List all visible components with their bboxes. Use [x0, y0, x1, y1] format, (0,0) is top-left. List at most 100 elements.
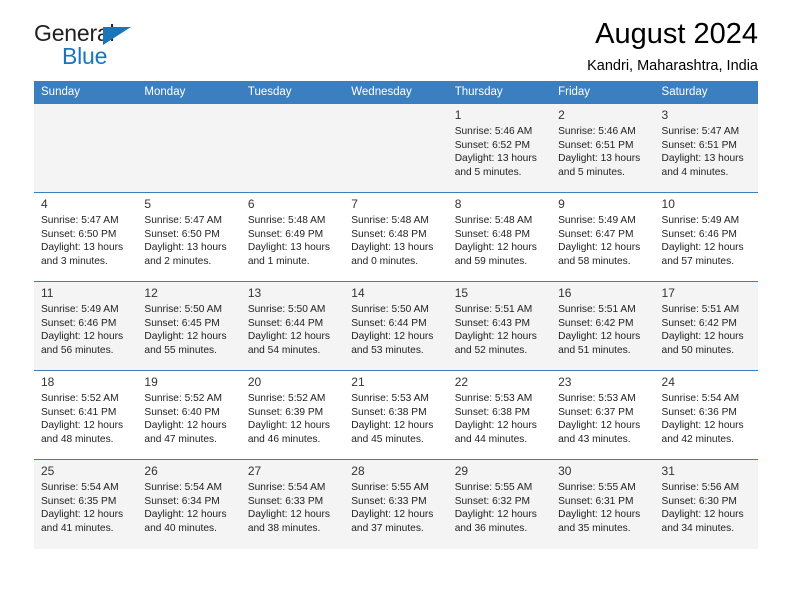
calendar-day-cell[interactable]: 31 Sunrise: 5:56 AM Sunset: 6:30 PM Dayligh…: [654, 459, 758, 549]
calendar-day-cell[interactable]: 1 Sunrise: 5:46 AM Sunset: 6:52 PM Daylight…: [447, 103, 552, 193]
day-sun-info: Sunrise: 5:47 AM Sunset: 6:50 PM Daylight:…: [41, 214, 130, 268]
calendar-day-cell[interactable]: 11 Sunrise: 5:49 AM Sunset: 6:46 PM Dayligh…: [34, 281, 138, 371]
calendar-cell-content: 7 Sunrise: 5:48 AM Sunset: 6:48 PM Daylight…: [344, 193, 447, 281]
calendar-day-cell[interactable]: 22 Sunrise: 5:53 AM Sunset: 6:38 PM Dayligh…: [447, 370, 552, 460]
calendar-cell-empty: [344, 103, 448, 193]
daylight-duration-line2: and 36 minutes.: [454, 522, 528, 534]
sunset-time: Sunset: 6:42 PM: [558, 317, 634, 329]
daylight-duration-line2: and 35 minutes.: [558, 522, 631, 534]
calendar-cell-content: 3 Sunrise: 5:47 AM Sunset: 6:51 PM Daylight…: [655, 104, 758, 192]
calendar-day-cell[interactable]: 3 Sunrise: 5:47 AM Sunset: 6:51 PM Daylight…: [654, 103, 758, 193]
sunrise-time: Sunrise: 5:52 AM: [247, 393, 326, 404]
logo-text-blue: Blue: [62, 43, 108, 69]
day-sun-info: Sunrise: 5:46 AM Sunset: 6:52 PM Daylight:…: [455, 125, 544, 179]
calendar-day-cell[interactable]: 2 Sunrise: 5:46 AM Sunset: 6:51 PM Daylight…: [551, 103, 655, 193]
day-number: 2: [558, 108, 565, 122]
calendar-day-cell[interactable]: 10 Sunrise: 5:49 AM Sunset: 6:46 PM Dayligh…: [654, 192, 758, 282]
day-sun-info: Sunrise: 5:50 AM Sunset: 6:44 PM Daylight:…: [351, 303, 440, 357]
calendar-day-cell[interactable]: 17 Sunrise: 5:51 AM Sunset: 6:42 PM Dayligh…: [654, 281, 758, 371]
calendar-day-cell[interactable]: 6 Sunrise: 5:48 AM Sunset: 6:49 PM Daylight…: [240, 192, 345, 282]
sunrise-time: Sunrise: 5:51 AM: [454, 304, 533, 315]
calendar-cell-content: 2 Sunrise: 5:46 AM Sunset: 6:51 PM Daylight…: [551, 104, 654, 192]
calendar-cell-content: 4 Sunrise: 5:47 AM Sunset: 6:50 PM Daylight…: [34, 193, 137, 281]
sunrise-time: Sunrise: 5:54 AM: [144, 482, 223, 493]
calendar-cell-content: 9 Sunrise: 5:49 AM Sunset: 6:47 PM Daylight…: [551, 193, 654, 281]
day-sun-info: Sunrise: 5:49 AM Sunset: 6:47 PM Daylight:…: [558, 214, 647, 268]
sunset-time: Sunset: 6:43 PM: [454, 317, 531, 329]
sunset-time: Sunset: 6:51 PM: [661, 139, 737, 151]
daylight-duration-line1: Daylight: 12 hours: [661, 242, 744, 254]
day-sun-info: Sunrise: 5:54 AM Sunset: 6:33 PM Daylight:…: [248, 481, 337, 535]
calendar-day-cell[interactable]: 7 Sunrise: 5:48 AM Sunset: 6:48 PM Daylight…: [344, 192, 448, 282]
day-number: 6: [247, 197, 255, 211]
calendar-day-cell[interactable]: 13 Sunrise: 5:50 AM Sunset: 6:44 PM Dayligh…: [240, 281, 345, 371]
calendar-week-row: 18 Sunrise: 5:52 AM Sunset: 6:41 PM Dayligh…: [34, 370, 758, 460]
daylight-duration-line2: and 52 minutes.: [454, 344, 528, 356]
calendar-day-cell[interactable]: 5 Sunrise: 5:47 AM Sunset: 6:50 PM Daylight…: [137, 192, 241, 282]
page-header: General Blue August 2024 Kandri, Maharas…: [34, 0, 758, 78]
calendar-day-cell[interactable]: 29 Sunrise: 5:55 AM Sunset: 6:32 PM Dayligh…: [447, 459, 552, 549]
daylight-duration-line2: and 43 minutes.: [558, 433, 631, 445]
calendar-day-cell[interactable]: 21 Sunrise: 5:53 AM Sunset: 6:38 PM Dayligh…: [344, 370, 448, 460]
page-subtitle: Kandri, Maharashtra, India: [587, 58, 758, 75]
day-number: 29: [454, 464, 469, 478]
daylight-duration-line1: Daylight: 12 hours: [144, 420, 227, 432]
calendar-cell-content: 19 Sunrise: 5:52 AM Sunset: 6:40 PM Dayligh…: [137, 371, 240, 459]
sunrise-time: Sunrise: 5:53 AM: [351, 393, 429, 404]
day-number: 23: [558, 375, 572, 389]
day-sun-info: Sunrise: 5:49 AM Sunset: 6:46 PM Daylight:…: [41, 303, 130, 357]
sunset-time: Sunset: 6:33 PM: [351, 495, 427, 507]
daylight-duration-line2: and 55 minutes.: [144, 344, 217, 356]
calendar-day-cell[interactable]: 26 Sunrise: 5:54 AM Sunset: 6:34 PM Dayligh…: [137, 459, 241, 549]
calendar-day-cell[interactable]: 30 Sunrise: 5:55 AM Sunset: 6:31 PM Dayligh…: [551, 459, 655, 549]
calendar-day-cell[interactable]: 23 Sunrise: 5:53 AM Sunset: 6:37 PM Dayligh…: [551, 370, 655, 460]
sunset-time: Sunset: 6:45 PM: [144, 317, 220, 329]
calendar-week-row: 1 Sunrise: 5:46 AM Sunset: 6:52 PM Daylight…: [34, 103, 758, 193]
calendar-day-cell[interactable]: 28 Sunrise: 5:55 AM Sunset: 6:33 PM Dayligh…: [344, 459, 448, 549]
daylight-duration-line1: Daylight: 13 hours: [144, 242, 227, 254]
day-number: 13: [247, 286, 262, 300]
daylight-duration-line2: and 47 minutes.: [144, 433, 217, 445]
daylight-duration-line2: and 44 minutes.: [454, 433, 528, 445]
daylight-duration-line2: and 59 minutes.: [454, 255, 528, 267]
calendar-day-cell[interactable]: 18 Sunrise: 5:52 AM Sunset: 6:41 PM Dayligh…: [34, 370, 138, 460]
calendar-day-cell[interactable]: 12 Sunrise: 5:50 AM Sunset: 6:45 PM Dayligh…: [137, 281, 241, 371]
daylight-duration-line1: Daylight: 12 hours: [661, 331, 744, 343]
day-number: 10: [661, 197, 675, 211]
day-sun-info: Sunrise: 5:55 AM Sunset: 6:32 PM Daylight:…: [455, 481, 544, 535]
daylight-duration-line1: Daylight: 12 hours: [558, 420, 641, 432]
calendar-day-cell[interactable]: 20 Sunrise: 5:52 AM Sunset: 6:39 PM Dayligh…: [240, 370, 345, 460]
calendar-day-cell[interactable]: 16 Sunrise: 5:51 AM Sunset: 6:42 PM Dayligh…: [551, 281, 655, 371]
calendar-week-row: 25 Sunrise: 5:54 AM Sunset: 6:35 PM Dayligh…: [34, 459, 758, 549]
calendar-day-cell[interactable]: 15 Sunrise: 5:51 AM Sunset: 6:43 PM Dayligh…: [447, 281, 552, 371]
day-sun-info: Sunrise: 5:53 AM Sunset: 6:38 PM Daylight:…: [351, 392, 440, 446]
calendar-day-cell[interactable]: 24 Sunrise: 5:54 AM Sunset: 6:36 PM Dayligh…: [654, 370, 758, 460]
daylight-duration-line1: Daylight: 12 hours: [41, 509, 124, 521]
weekday-header-sunday: Sunday: [34, 81, 138, 104]
calendar-day-cell[interactable]: 9 Sunrise: 5:49 AM Sunset: 6:47 PM Daylight…: [551, 192, 655, 282]
day-number: 31: [661, 464, 675, 478]
calendar-day-cell[interactable]: 8 Sunrise: 5:48 AM Sunset: 6:48 PM Daylight…: [447, 192, 552, 282]
calendar-cell-content: [34, 104, 137, 192]
calendar-day-cell[interactable]: 4 Sunrise: 5:47 AM Sunset: 6:50 PM Daylight…: [34, 192, 138, 282]
calendar-cell-content: 21 Sunrise: 5:53 AM Sunset: 6:38 PM Dayligh…: [344, 371, 447, 459]
calendar-cell-empty: [137, 103, 241, 193]
sunrise-time: Sunrise: 5:50 AM: [351, 304, 429, 315]
daylight-duration-line2: and 34 minutes.: [661, 522, 735, 534]
title-block: August 2024 Kandri, Maharashtra, India: [587, 18, 758, 76]
day-number: 8: [454, 197, 462, 211]
daylight-duration-line1: Daylight: 13 hours: [247, 242, 330, 254]
daylight-duration-line2: and 58 minutes.: [558, 255, 631, 267]
calendar-day-cell[interactable]: 14 Sunrise: 5:50 AM Sunset: 6:44 PM Dayligh…: [344, 281, 448, 371]
daylight-duration-line1: Daylight: 12 hours: [454, 242, 537, 254]
calendar-day-cell[interactable]: 25 Sunrise: 5:54 AM Sunset: 6:35 PM Dayligh…: [34, 459, 138, 549]
day-sun-info: Sunrise: 5:54 AM Sunset: 6:36 PM Daylight:…: [662, 392, 751, 446]
day-sun-info: Sunrise: 5:54 AM Sunset: 6:35 PM Daylight:…: [41, 481, 130, 535]
daylight-duration-line1: Daylight: 12 hours: [454, 420, 537, 432]
calendar-day-cell[interactable]: 19 Sunrise: 5:52 AM Sunset: 6:40 PM Dayligh…: [137, 370, 241, 460]
day-number: 17: [661, 286, 675, 300]
calendar-day-cell[interactable]: 27 Sunrise: 5:54 AM Sunset: 6:33 PM Dayligh…: [240, 459, 345, 549]
daylight-duration-line2: and 46 minutes.: [247, 433, 321, 445]
calendar-cell-content: [241, 104, 344, 192]
calendar-cell-content: 16 Sunrise: 5:51 AM Sunset: 6:42 PM Dayligh…: [551, 282, 654, 370]
